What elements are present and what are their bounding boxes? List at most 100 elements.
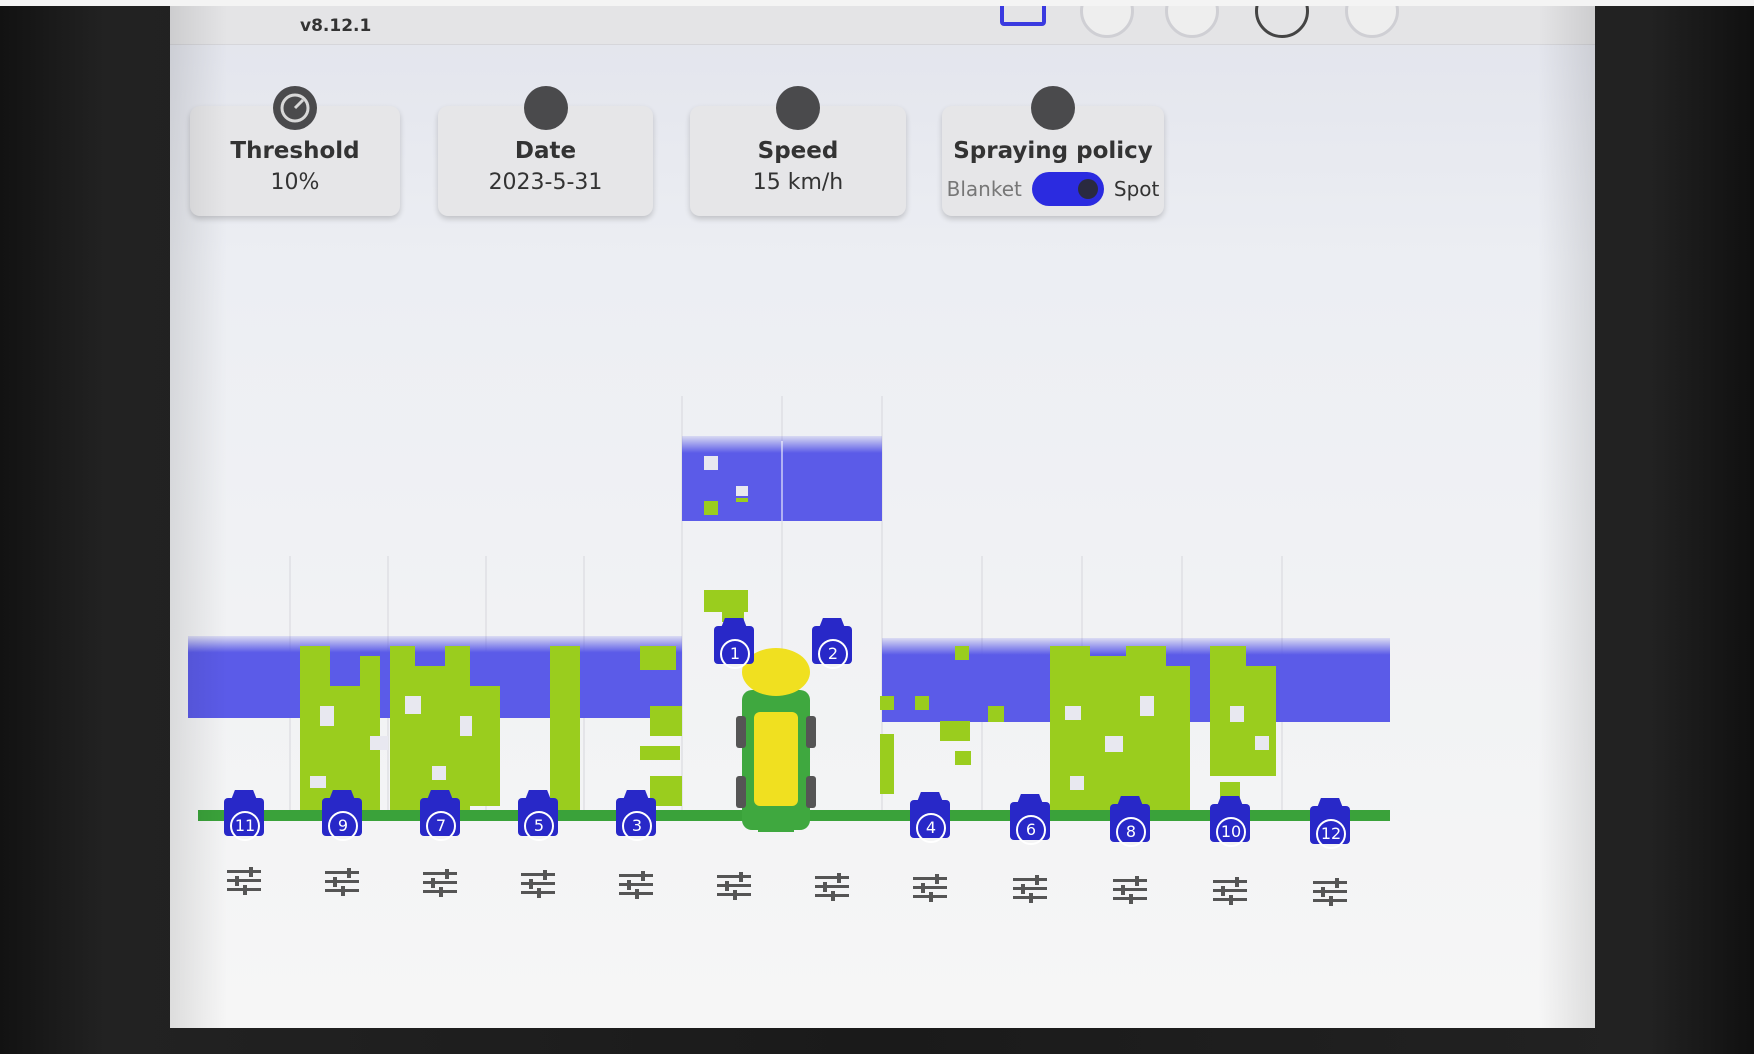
nozzle-body: 4: [910, 800, 950, 843]
slider-knob: [1135, 876, 1139, 886]
nozzle-number: 4: [916, 813, 946, 843]
nozzle-number: 12: [1316, 819, 1346, 849]
slider-bar: [423, 872, 457, 875]
slider-bar: [913, 886, 947, 889]
sliders-icon[interactable]: [619, 870, 653, 900]
sliders-icon[interactable]: [423, 868, 457, 898]
nozzle-12[interactable]: 12: [1310, 798, 1350, 849]
nozzle-number: 7: [426, 811, 456, 841]
slider-knob: [921, 883, 925, 893]
nozzle-9[interactable]: 9: [322, 790, 362, 841]
slider-knob: [333, 877, 337, 887]
nozzle-body: 3: [616, 798, 656, 841]
nozzle-body: 8: [1110, 804, 1150, 847]
sliders-icon[interactable]: [227, 866, 261, 896]
slider-knob: [1221, 886, 1225, 896]
sliders-icon[interactable]: [913, 873, 947, 903]
slider-bar: [325, 871, 359, 874]
nozzle-body: 12: [1310, 806, 1350, 849]
slider-knob: [1035, 875, 1039, 885]
nozzle-4[interactable]: 4: [910, 792, 950, 843]
slider-bar: [1113, 879, 1147, 882]
nozzle-number: 3: [622, 811, 652, 841]
nozzle-body: 6: [1010, 802, 1050, 845]
sliders-icon[interactable]: [1113, 875, 1147, 905]
slider-bar: [1113, 888, 1147, 891]
nozzle-number: 10: [1216, 817, 1246, 847]
slider-bar: [619, 883, 653, 886]
slider-bar: [227, 870, 261, 873]
slider-knob: [543, 870, 547, 880]
nozzle-body: 9: [322, 798, 362, 841]
slider-knob: [733, 890, 737, 900]
sliders-icon[interactable]: [1313, 877, 1347, 907]
slider-knob: [341, 886, 345, 896]
nozzle-number: 8: [1116, 817, 1146, 847]
slider-knob: [1335, 878, 1339, 888]
slider-bar: [1013, 887, 1047, 890]
nozzle-number: 5: [524, 811, 554, 841]
nozzle-body: 1: [714, 626, 754, 669]
slider-knob: [1021, 884, 1025, 894]
slider-knob: [431, 878, 435, 888]
slider-bar: [913, 877, 947, 880]
sliders-icon[interactable]: [815, 872, 849, 902]
slider-bar: [619, 874, 653, 877]
slider-knob: [1029, 893, 1033, 903]
nozzle-3[interactable]: 3: [616, 790, 656, 841]
nozzle-number: 2: [818, 639, 848, 669]
nozzle-2[interactable]: 2: [812, 618, 852, 669]
slider-knob: [249, 867, 253, 877]
slider-knob: [439, 887, 443, 897]
slider-knob: [725, 881, 729, 891]
slider-knob: [831, 891, 835, 901]
slider-knob: [635, 889, 639, 899]
slider-bar: [717, 875, 751, 878]
nozzle-11[interactable]: 11: [224, 790, 264, 841]
nozzle-8[interactable]: 8: [1110, 796, 1150, 847]
nozzle-5[interactable]: 5: [518, 790, 558, 841]
nozzle-1[interactable]: 1: [714, 618, 754, 669]
sliders-icon[interactable]: [1213, 876, 1247, 906]
slider-knob: [445, 869, 449, 879]
nozzle-7[interactable]: 7: [420, 790, 460, 841]
center-spray-zone: [682, 436, 882, 521]
slider-knob: [1321, 887, 1325, 897]
slider-bar: [1013, 878, 1047, 881]
slider-bar: [521, 873, 555, 876]
slider-knob: [627, 880, 631, 890]
slider-knob: [347, 868, 351, 878]
slider-knob: [235, 876, 239, 886]
slider-bar: [325, 880, 359, 883]
tractor-icon: [736, 648, 816, 832]
nozzle-number: 9: [328, 811, 358, 841]
slider-bar: [227, 879, 261, 882]
slider-bar: [1213, 889, 1247, 892]
sliders-icon[interactable]: [521, 869, 555, 899]
slider-knob: [641, 871, 645, 881]
slider-bar: [1313, 881, 1347, 884]
nozzle-body: 7: [420, 798, 460, 841]
field-map: [188, 396, 1390, 821]
slider-knob: [1129, 894, 1133, 904]
nozzle-6[interactable]: 6: [1010, 794, 1050, 845]
slider-bar: [1213, 880, 1247, 883]
slider-knob: [529, 879, 533, 889]
nozzle-10[interactable]: 10: [1210, 796, 1250, 847]
slider-knob: [823, 882, 827, 892]
slider-knob: [1235, 877, 1239, 887]
slider-knob: [537, 888, 541, 898]
sliders-icon[interactable]: [1013, 874, 1047, 904]
sliders-icon[interactable]: [325, 867, 359, 897]
slider-bar: [521, 882, 555, 885]
slider-knob: [929, 892, 933, 902]
sliders-icon[interactable]: [717, 871, 751, 901]
slider-bar: [815, 876, 849, 879]
nozzle-body: 11: [224, 798, 264, 841]
slider-knob: [935, 874, 939, 884]
nozzle-body: 5: [518, 798, 558, 841]
nozzle-body: 10: [1210, 804, 1250, 847]
slider-bar: [1313, 890, 1347, 893]
slider-bar: [815, 885, 849, 888]
nozzle-number: 6: [1016, 815, 1046, 845]
